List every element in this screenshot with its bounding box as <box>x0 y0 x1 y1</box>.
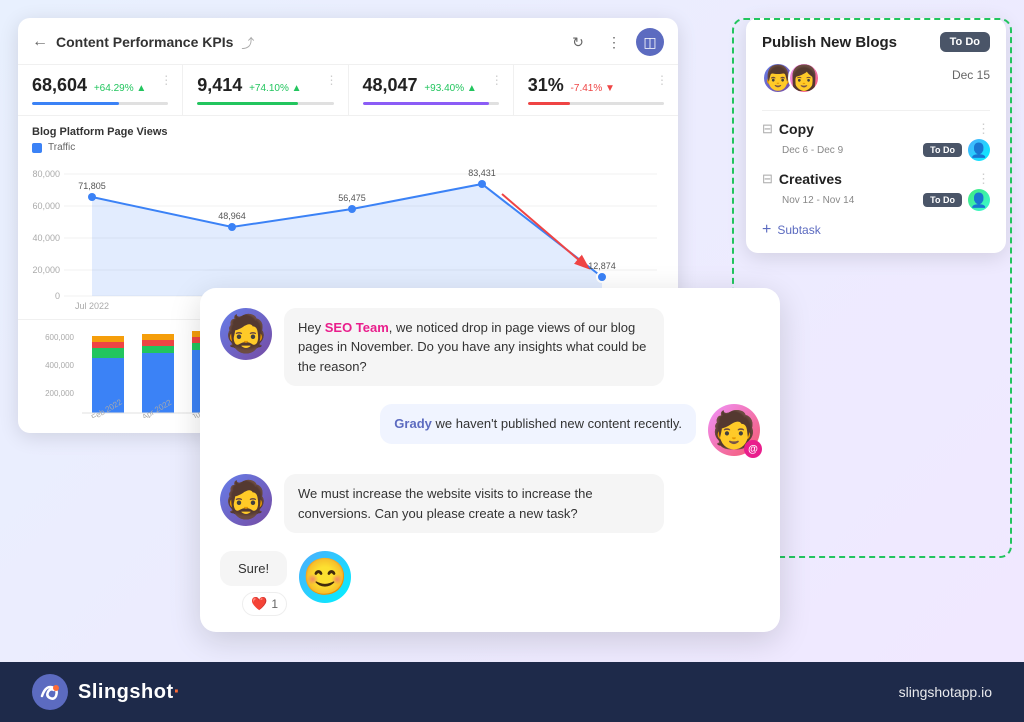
active-view-button[interactable]: ◫ <box>636 28 664 56</box>
svg-text:40,000: 40,000 <box>32 233 60 243</box>
chat-bubble-2: Grady we haven't published new content r… <box>380 404 696 444</box>
svg-text:200,000: 200,000 <box>45 389 74 398</box>
stat-3: ⋮ 48,047 +93.40% ▲ <box>349 65 514 115</box>
task-item-copy: ⊟ Copy ⋮ Dec 6 - Dec 9 To Do 👤 <box>762 121 990 161</box>
stat-1: ⋮ 68,604 +64.29% ▲ <box>18 65 183 115</box>
more-button[interactable]: ⋮ <box>600 28 628 56</box>
app-url: slingshotapp.io <box>899 684 992 700</box>
svg-text:71,805: 71,805 <box>78 181 106 191</box>
task-item-creatives: ⊟ Creatives ⋮ Nov 12 - Nov 14 To Do 👤 <box>762 171 990 211</box>
seo-team-link: SEO Team <box>325 320 389 335</box>
main-content: ← Content Performance KPIs ⤴ ↻ ⋮ ◫ ⋮ 68,… <box>0 0 1024 662</box>
svg-text:600,000: 600,000 <box>45 333 74 342</box>
sure-text: Sure! <box>220 551 287 586</box>
stat-4: ⋮ 31% -7.41% ▼ <box>514 65 678 115</box>
logo-name: Slingshot· <box>78 681 181 704</box>
stat-value: 31% <box>528 75 564 95</box>
stat-change: +93.40% ▲ <box>422 83 477 94</box>
chat-avatar-4: 😊 <box>299 551 351 616</box>
task-person-avatar-creatives: 👤 <box>968 189 990 211</box>
stat-dots[interactable]: ⋮ <box>160 73 172 87</box>
svg-text:60,000: 60,000 <box>32 201 60 211</box>
task-divider <box>762 110 990 111</box>
task-icon-creatives: ⊟ <box>762 171 773 187</box>
stat-change: +64.29% ▲ <box>91 83 146 94</box>
subtask-plus-icon: + <box>762 221 771 239</box>
chat-panel: 🧔 Hey SEO Team, we noticed drop in page … <box>200 288 780 633</box>
svg-text:83,431: 83,431 <box>468 168 496 178</box>
chat-message-3: 🧔 We must increase the website visits to… <box>220 474 760 533</box>
kpi-header: ← Content Performance KPIs ⤴ ↻ ⋮ ◫ <box>18 18 678 65</box>
legend-text: Traffic <box>48 142 75 153</box>
sure-bubble: Sure! ❤️ 1 <box>220 551 287 616</box>
task-header: Publish New Blogs To Do <box>762 32 990 52</box>
svg-text:Jul 2022: Jul 2022 <box>75 301 109 309</box>
chart-legend: Traffic <box>32 142 664 153</box>
task-person-avatar-copy: 👤 <box>968 139 990 161</box>
kpi-stats: ⋮ 68,604 +64.29% ▲ ⋮ 9,414 +74.10% ▲ ⋮ 4… <box>18 65 678 116</box>
bottom-bar: Slingshot· slingshotapp.io <box>0 662 1024 722</box>
stat-value: 48,047 <box>363 75 418 95</box>
task-creatives-dates: Nov 12 - Nov 14 <box>782 195 854 206</box>
task-avatar-2: 👩 <box>788 62 820 94</box>
at-badge: @ <box>744 440 762 458</box>
svg-text:0: 0 <box>55 291 60 301</box>
area-chart: 80,000 60,000 40,000 20,000 0 <box>32 159 662 309</box>
svg-text:20,000: 20,000 <box>32 265 60 275</box>
back-icon[interactable]: ← <box>32 33 48 51</box>
chat-bubble-3: We must increase the website visits to i… <box>284 474 664 533</box>
stat-change: -7.41% ▼ <box>568 83 615 94</box>
legend-dot <box>32 143 42 153</box>
copy-todo-badge: To Do <box>923 143 962 157</box>
subtask-button[interactable]: + Subtask <box>762 221 990 239</box>
task-item-more-2[interactable]: ⋮ <box>977 171 990 187</box>
subtask-label: Subtask <box>777 223 820 237</box>
svg-text:56,475: 56,475 <box>338 193 366 203</box>
stat-dots[interactable]: ⋮ <box>326 73 338 87</box>
kpi-title: Content Performance KPIs <box>56 34 233 50</box>
svg-text:80,000: 80,000 <box>32 169 60 179</box>
creatives-todo-badge: To Do <box>923 193 962 207</box>
task-copy-dates: Dec 6 - Dec 9 <box>782 145 843 156</box>
stat-value: 68,604 <box>32 75 87 95</box>
stat-dots[interactable]: ⋮ <box>656 73 668 87</box>
refresh-button[interactable]: ↻ <box>564 28 592 56</box>
stat-dots[interactable]: ⋮ <box>491 73 503 87</box>
svg-text:48,964: 48,964 <box>218 211 246 221</box>
share-icon: ⤴ <box>241 33 254 52</box>
task-icon-copy: ⊟ <box>762 121 773 137</box>
slingshot-logo-icon <box>32 674 68 710</box>
chat-message-1: 🧔 Hey SEO Team, we noticed drop in page … <box>220 308 760 387</box>
chart-title: Blog Platform Page Views <box>32 126 664 138</box>
task-item-name-creatives: Creatives <box>779 171 842 187</box>
task-date: Dec 15 <box>952 68 990 82</box>
svg-text:400,000: 400,000 <box>45 361 74 370</box>
bottom-logo: Slingshot· <box>32 674 181 710</box>
todo-badge: To Do <box>940 32 990 52</box>
stat-2: ⋮ 9,414 +74.10% ▲ <box>183 65 348 115</box>
chat-avatar-3: 🧔 <box>220 474 272 533</box>
reaction-count: 1 <box>271 597 278 611</box>
chat-avatar-1: 🧔 <box>220 308 272 387</box>
stat-change: +74.10% ▲ <box>246 83 301 94</box>
grady-link: Grady <box>394 416 432 431</box>
reaction-badge: ❤️ 1 <box>242 592 287 616</box>
task-item-name-copy: Copy <box>779 121 814 137</box>
task-panel: Publish New Blogs To Do 👨 👩 Dec 15 ⊟ Cop… <box>746 18 1006 253</box>
stat-value: 9,414 <box>197 75 242 95</box>
task-item-more[interactable]: ⋮ <box>977 121 990 137</box>
heart-icon: ❤️ <box>251 596 267 612</box>
chat-avatar-2: 🧑 @ <box>708 404 760 456</box>
task-title: Publish New Blogs <box>762 34 897 51</box>
svg-text:12,874: 12,874 <box>588 261 616 271</box>
chat-bubble-1: Hey SEO Team, we noticed drop in page vi… <box>284 308 664 387</box>
task-avatars: 👨 👩 <box>762 62 820 94</box>
